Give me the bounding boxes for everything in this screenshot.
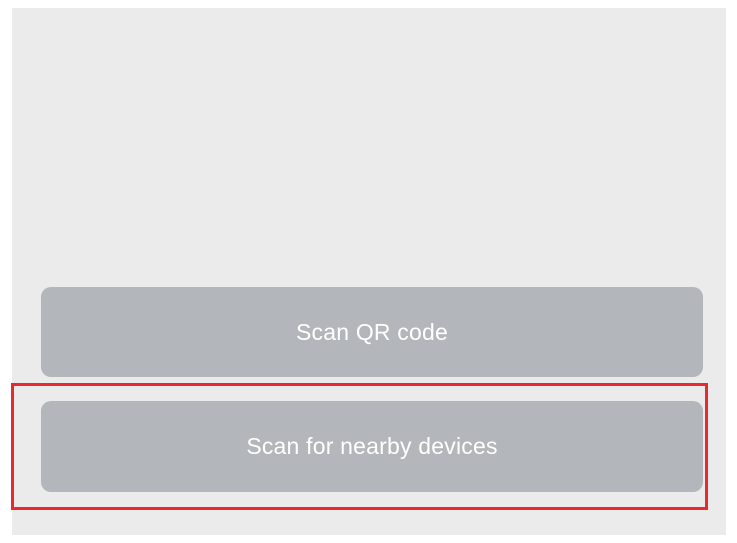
scan-qr-code-label: Scan QR code [296,318,448,345]
scan-nearby-devices-button[interactable]: Scan for nearby devices [41,401,703,492]
scan-qr-code-button[interactable]: Scan QR code [41,287,703,377]
scan-nearby-devices-label: Scan for nearby devices [246,433,498,459]
